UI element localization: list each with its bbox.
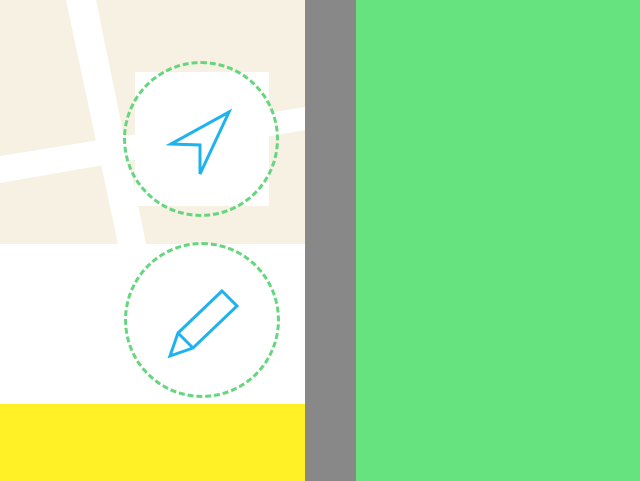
panel-divider[interactable]	[305, 0, 356, 481]
left-panel	[0, 0, 305, 481]
locate-button[interactable]	[123, 61, 279, 217]
bottom-bar	[0, 404, 305, 481]
edit-button[interactable]	[124, 242, 280, 398]
right-panel	[356, 0, 640, 481]
screen	[0, 0, 640, 481]
